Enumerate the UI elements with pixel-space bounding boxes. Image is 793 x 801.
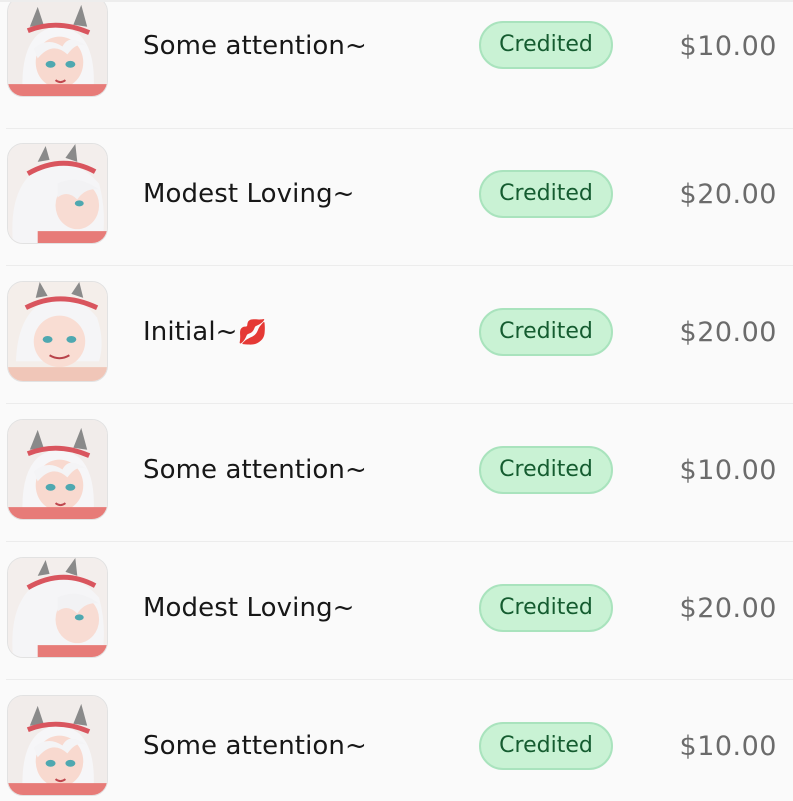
anime-girl-avatar-icon: [7, 281, 108, 382]
status-badge: Credited: [479, 584, 613, 632]
kiss-emoji-icon: 💋: [237, 318, 268, 346]
transaction-list: Some attention~ Credited $10.00 Modest L…: [0, 0, 793, 801]
anime-girl-avatar-icon: [7, 143, 108, 244]
transaction-amount: $20.00: [679, 593, 777, 624]
transaction-row[interactable]: Some attention~ Credited $10.00: [0, 404, 793, 542]
transaction-row[interactable]: Some attention~ Credited $10.00: [0, 680, 793, 801]
status-badge: Credited: [479, 308, 613, 356]
transaction-amount: $10.00: [679, 31, 777, 62]
transaction-title: Some attention~: [143, 31, 367, 61]
status-badge: Credited: [479, 21, 613, 69]
transaction-title: Modest Loving~: [143, 179, 355, 209]
transaction-amount: $10.00: [679, 455, 777, 486]
anime-girl-avatar-icon: [7, 419, 108, 520]
anime-girl-avatar-icon: [7, 2, 108, 97]
transaction-title: Some attention~: [143, 731, 367, 761]
anime-girl-avatar-icon: [7, 557, 108, 658]
transaction-row[interactable]: Some attention~ Credited $10.00: [0, 2, 793, 129]
status-badge: Credited: [479, 722, 613, 770]
transaction-amount: $10.00: [679, 731, 777, 762]
transaction-title: Initial~💋: [143, 317, 268, 347]
transaction-title: Modest Loving~: [143, 593, 355, 623]
status-badge: Credited: [479, 446, 613, 494]
anime-girl-avatar-icon: [7, 695, 108, 796]
status-badge: Credited: [479, 170, 613, 218]
transaction-row[interactable]: Modest Loving~ Credited $20.00: [0, 542, 793, 680]
transaction-amount: $20.00: [679, 179, 777, 210]
transaction-row[interactable]: Initial~💋 Credited $20.00: [0, 266, 793, 404]
transaction-title: Some attention~: [143, 455, 367, 485]
transaction-row[interactable]: Modest Loving~ Credited $20.00: [0, 128, 793, 266]
transaction-amount: $20.00: [679, 317, 777, 348]
